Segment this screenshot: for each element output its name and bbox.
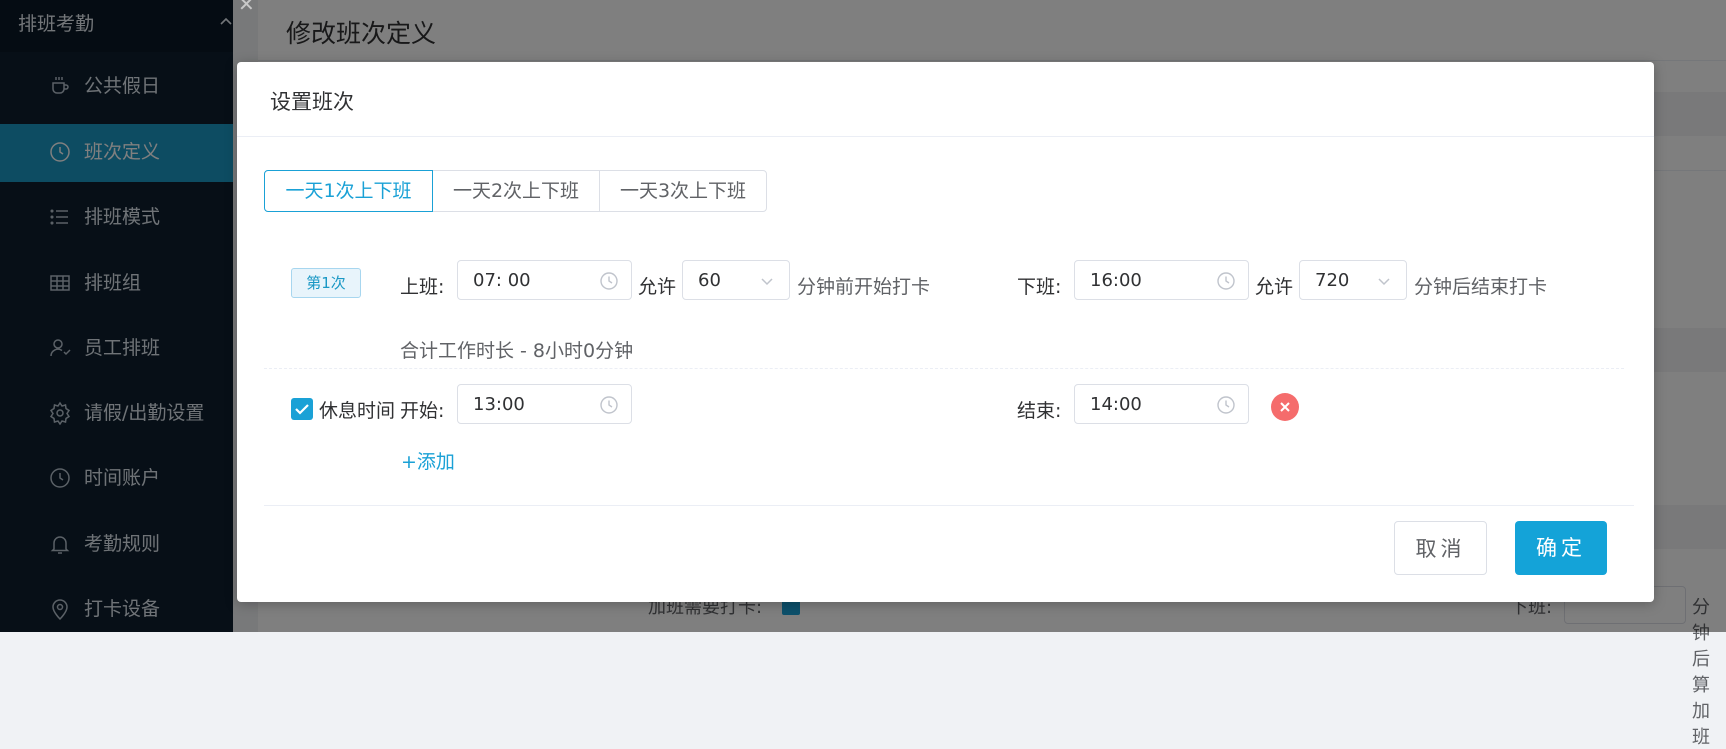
break-start-value: 13:00 [473,394,525,415]
allow-label: 允许 [1255,276,1294,298]
break-time-checkbox[interactable] [291,398,313,420]
total-work-hours: 合计工作时长 - 8小时0分钟 [400,340,634,362]
after-minutes-suffix: 分钟后结束打卡 [1414,276,1548,298]
tab-once-per-day[interactable]: 一天1次上下班 [264,170,433,212]
on-duty-label: 上班: [400,276,445,298]
break-end-value: 14:00 [1090,394,1142,415]
dialog-title: 设置班次 [270,90,354,114]
after-minutes-select[interactable]: 720 [1299,260,1407,300]
chevron-down-icon [759,273,775,289]
break-start-label: 开始: [400,400,445,422]
shift-count-tabs: 一天1次上下班 一天2次上下班 一天3次上下班 [264,170,767,212]
break-end-time-picker[interactable]: 14:00 [1074,384,1249,424]
before-minutes-select[interactable]: 60 [682,260,790,300]
clock-icon [1216,395,1236,415]
tab-three-times-per-day[interactable]: 一天3次上下班 [599,170,767,212]
tab-twice-per-day[interactable]: 一天2次上下班 [432,170,600,212]
clock-icon [599,271,619,291]
after-minutes-value: 720 [1315,270,1350,291]
break-time-label: 休息时间 [319,400,396,422]
clock-icon [599,395,619,415]
off-duty-time-value: 16:00 [1090,270,1142,291]
chevron-down-icon [1376,273,1392,289]
shift-index-badge: 第1次 [291,268,361,298]
divider [264,368,1624,369]
confirm-button[interactable]: 确定 [1515,521,1607,575]
off-duty-label: 下班: [1017,276,1062,298]
allow-label: 允许 [638,276,677,298]
before-minutes-suffix: 分钟前开始打卡 [797,276,931,298]
break-end-label: 结束: [1017,400,1062,422]
add-break-link[interactable]: +添加 [401,447,455,474]
on-duty-time-value: 07: 00 [473,270,531,291]
clock-icon [1216,271,1236,291]
break-start-time-picker[interactable]: 13:00 [457,384,632,424]
divider [264,505,1634,506]
on-duty-time-picker[interactable]: 07: 00 [457,260,632,300]
before-minutes-value: 60 [698,270,721,291]
shift-settings-dialog: 设置班次 一天1次上下班 一天2次上下班 一天3次上下班 第1次 上班: 07:… [237,62,1654,602]
close-icon[interactable]: ✕ [238,0,255,16]
cancel-button[interactable]: 取消 [1394,521,1487,575]
off-duty-time-picker[interactable]: 16:00 [1074,260,1249,300]
delete-break-button[interactable] [1271,393,1299,421]
divider [237,136,1654,137]
